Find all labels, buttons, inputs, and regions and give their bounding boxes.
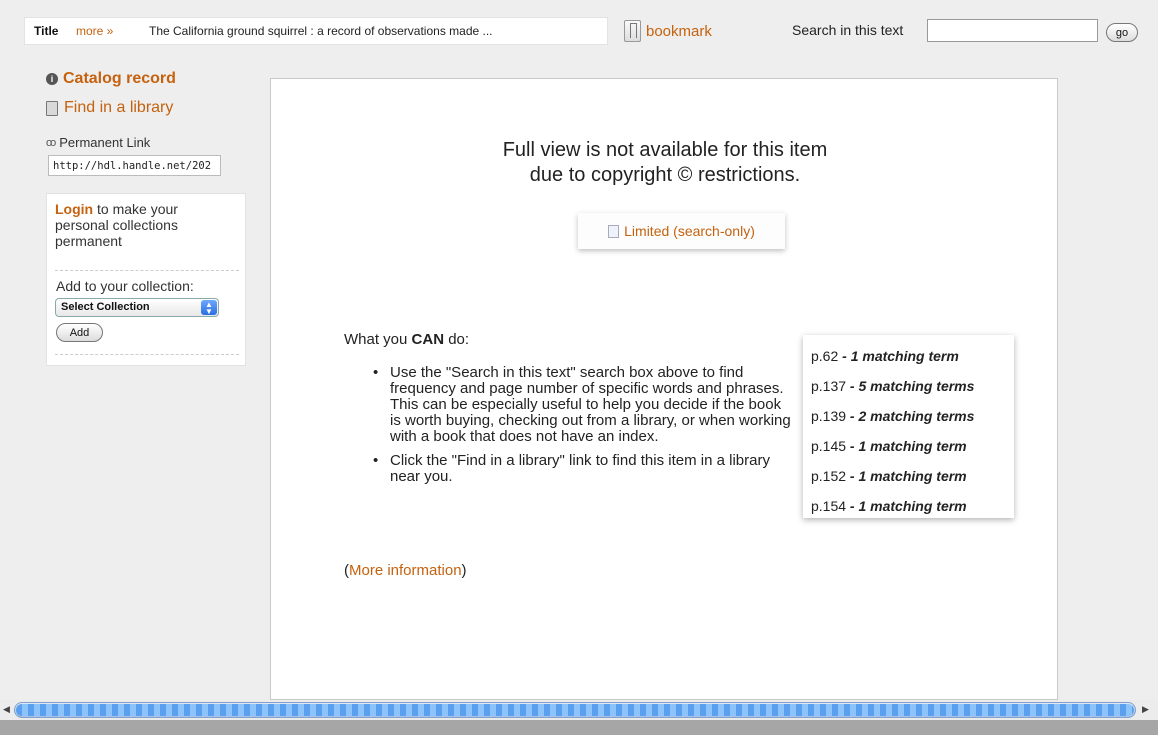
bookmark-link[interactable]: bookmark xyxy=(624,18,712,44)
permanent-link-heading: oo Permanent Link xyxy=(46,135,150,150)
status-strip xyxy=(0,720,1158,735)
help-list: Use the "Search in this text" search box… xyxy=(346,365,796,493)
permanent-link-label: Permanent Link xyxy=(59,135,151,150)
horizontal-scrollbar[interactable]: ◀ ▶ xyxy=(0,700,1158,720)
select-arrows-icon: ▲ ▼ xyxy=(201,300,217,316)
scroll-left-icon[interactable]: ◀ xyxy=(3,704,10,715)
permanent-link-field[interactable] xyxy=(48,155,221,176)
collection-select[interactable]: Select Collection ▲ ▼ xyxy=(55,298,219,317)
result-terms: - 5 matching terms xyxy=(846,378,975,394)
bookmark-label: bookmark xyxy=(646,22,712,40)
scroll-thumb[interactable] xyxy=(16,704,1134,716)
notice-line-2: due to copyright © restrictions. xyxy=(529,164,801,186)
document-icon xyxy=(608,224,620,238)
login-link[interactable]: Login xyxy=(55,201,93,217)
result-page: p.62 xyxy=(811,348,839,364)
title-box: Title more » The California ground squir… xyxy=(24,17,608,45)
search-result-item[interactable]: p.62 - 1 matching term xyxy=(811,348,959,364)
search-results-box: p.62 - 1 matching term p.137 - 5 matchin… xyxy=(803,335,1014,518)
list-item: Click the "Find in a library" link to fi… xyxy=(346,453,796,485)
scroll-track[interactable] xyxy=(14,702,1136,718)
limited-label: Limited (search-only) xyxy=(624,223,755,239)
search-result-item[interactable]: p.139 - 2 matching terms xyxy=(811,408,974,424)
search-result-item[interactable]: p.154 - 1 matching term xyxy=(811,498,967,514)
notice-line-1: Full view is not available for this item xyxy=(502,139,828,161)
catalog-record-link[interactable]: i Catalog record xyxy=(46,70,176,88)
search-input[interactable] xyxy=(927,19,1098,42)
scroll-right-icon[interactable]: ▶ xyxy=(1142,704,1149,715)
result-terms: - 2 matching terms xyxy=(846,408,975,424)
go-button[interactable]: go xyxy=(1106,23,1138,42)
what-bold: CAN xyxy=(411,331,445,348)
result-terms: - 1 matching term xyxy=(846,438,967,454)
what-you-can-do-heading: What you CAN do: xyxy=(344,331,469,348)
paren-close: ) xyxy=(461,562,467,579)
limited-search-only-link[interactable]: Limited (search-only) xyxy=(578,213,785,249)
chain-link-icon: oo xyxy=(46,136,56,149)
divider xyxy=(55,270,239,271)
find-in-library-label: Find in a library xyxy=(64,99,174,116)
collection-select-value: Select Collection xyxy=(61,301,150,313)
add-button[interactable]: Add xyxy=(56,323,103,342)
what-prefix: What you xyxy=(344,331,412,348)
result-terms: - 1 matching term xyxy=(846,468,967,484)
result-terms: - 1 matching term xyxy=(838,348,959,364)
result-page: p.139 xyxy=(811,408,847,424)
search-result-item[interactable]: p.152 - 1 matching term xyxy=(811,468,967,484)
result-page: p.145 xyxy=(811,438,847,454)
collection-box: Login to make your personal collections … xyxy=(46,193,246,366)
book-icon xyxy=(46,100,58,116)
add-collection-label: Add to your collection: xyxy=(56,278,194,294)
result-page: p.154 xyxy=(811,498,847,514)
more-information-link[interactable]: More information xyxy=(349,562,462,579)
divider xyxy=(55,354,239,355)
title-label: Title xyxy=(34,24,59,38)
find-in-library-link[interactable]: Find in a library xyxy=(46,99,173,117)
top-toolbar: Title more » The California ground squir… xyxy=(0,0,1158,66)
login-message: Login to make your personal collections … xyxy=(55,201,235,249)
title-more-link[interactable]: more » xyxy=(76,18,113,44)
what-suffix: do: xyxy=(444,331,470,348)
title-text: The California ground squirrel : a recor… xyxy=(149,24,493,38)
search-result-item[interactable]: p.137 - 5 matching terms xyxy=(811,378,974,394)
more-information: (More information) xyxy=(344,562,467,579)
result-page: p.137 xyxy=(811,378,847,394)
list-item: Use the "Search in this text" search box… xyxy=(346,365,796,445)
search-result-item[interactable]: p.145 - 1 matching term xyxy=(811,438,967,454)
result-page: p.152 xyxy=(811,468,847,484)
main-panel: Full view is not available for this item… xyxy=(270,78,1058,700)
result-terms: - 1 matching term xyxy=(846,498,967,514)
catalog-record-label: Catalog record xyxy=(63,70,176,87)
info-icon: i xyxy=(46,73,58,85)
search-label: Search in this text xyxy=(792,22,904,38)
bookmark-icon xyxy=(624,20,641,42)
